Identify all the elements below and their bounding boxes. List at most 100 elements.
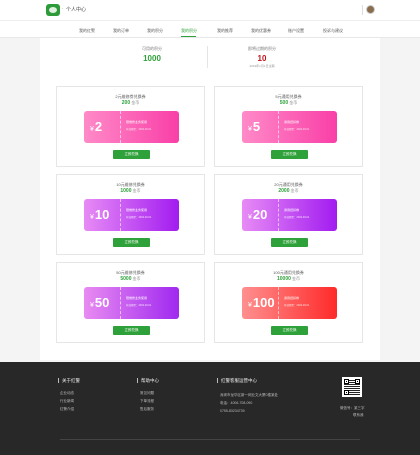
qr-caption-contact: 联系我 (353, 413, 364, 417)
ticket-perforation (120, 111, 121, 143)
coupon-ticket: ¥2 限维修业务使用 有效期至：2019-03-01 (84, 111, 179, 143)
coupon-ticket: ¥10 限维修业务使用 有效期至：2019-03-01 (84, 199, 179, 231)
coupon-desc: 通用抵扣券 (284, 120, 300, 124)
coupon-amount-value: 20 (252, 207, 268, 222)
coupon-ticket: ¥5 通用抵扣券 有效期至：2019-03-01 (242, 111, 337, 143)
coupon-cost: 10000 金币 (215, 276, 362, 282)
coupon-validity: 有效期至：2019-03-01 (126, 304, 152, 307)
footer-service-title: 红警客服运营中心 (217, 378, 257, 384)
coupon-desc: 限维修业务使用 (126, 120, 148, 124)
coupon-cost-value: 10000 (276, 276, 291, 282)
coupon-desc: 限维修业务使用 (126, 296, 148, 300)
footer-link-about[interactable]: 红警介绍 (60, 407, 74, 412)
coupon-desc: 通用抵扣券 (284, 296, 300, 300)
header-divider (362, 5, 363, 15)
coupon-cost: 200 金币 (57, 100, 204, 106)
footer: 关于红警 企业动态 行业新闻 红警介绍 帮助中心 常见问题 下单流程 售后服务 … (0, 362, 420, 455)
footer-link-news[interactable]: 企业动态 (60, 391, 74, 396)
coupon-amount: ¥50 (90, 295, 109, 310)
coupon-amount: ¥100 (248, 295, 275, 310)
available-points-label: 可用的积分 (142, 46, 162, 51)
coupon-amount-value: 10 (94, 207, 110, 222)
yen-icon: ¥ (248, 126, 252, 133)
qr-caption: 微信号：某三字 (340, 406, 365, 410)
ticket-perforation (278, 199, 279, 231)
available-points-value: 1000 (143, 54, 161, 63)
points-summary: 可用的积分 1000 即将过期的积分 10 2019年1月1日过期 (40, 38, 380, 74)
footer-link-order-flow[interactable]: 下单流程 (140, 399, 154, 404)
coupon-cost-value: 2000 (278, 188, 290, 194)
redeem-button[interactable]: 立即兑换 (113, 238, 150, 247)
coupon-card: 100元通用兑换券 10000 金币 ¥100 通用抵扣券 有效期至：2019-03-0… (214, 262, 363, 343)
footer-help-title: 帮助中心 (137, 378, 159, 384)
avatar[interactable] (366, 5, 375, 14)
yen-icon: ¥ (90, 302, 94, 309)
coupon-ticket: ¥50 限维修业务使用有效期至：2019-03-01 (84, 287, 179, 319)
redeem-button[interactable]: 立即兑换 (271, 326, 308, 335)
header-separator: · (62, 6, 64, 12)
coupon-validity: 有效期至：2019-03-01 (284, 216, 310, 219)
nav-item-my-hongjing[interactable]: 我的红警 (79, 28, 95, 34)
footer-divider (60, 439, 360, 440)
coupon-card: 50元维修兑换券 5000 金币 ¥50 限维修业务使用 有效期至：2019-03-01… (56, 262, 205, 343)
coupon-cost-value: 5000 (120, 276, 132, 282)
coupon-cost-unit: 金币 (132, 276, 141, 281)
yen-icon: ¥ (248, 214, 252, 221)
coupon-card: 2元维修劵兑换券 200 金币 ¥2 限维修业务使用 有效期至：2019-03-01 立即… (56, 86, 205, 167)
coupon-cost-value: 500 (279, 100, 289, 106)
footer-address: 深圳市龙华区新一网业文大厦0楼某处 (220, 393, 278, 397)
redeem-button[interactable]: 立即兑换 (271, 238, 308, 247)
redeem-button[interactable]: 立即兑换 (113, 150, 150, 159)
nav-item-account-settings[interactable]: 账户设置 (288, 28, 304, 34)
footer-link-after-sales[interactable]: 售后服务 (140, 407, 154, 412)
coupon-card: 20元通用兑换券 2000 金币 ¥20 通用抵扣券 有效期至：2019-03-01 立即… (214, 174, 363, 255)
logo-icon[interactable] (46, 4, 60, 16)
points-divider (207, 46, 208, 68)
coupon-card: 5元通用兑换券 500 金币 ¥5 通用抵扣券 有效期至：2019-03-01 立即兑换 (214, 86, 363, 167)
coupon-amount-value: 5 (252, 119, 261, 134)
coupon-cost: 1000 金币 (57, 188, 204, 194)
redeem-button[interactable]: 立即兑换 (271, 150, 308, 159)
coupon-cost-value: 1000 (120, 188, 132, 194)
expiring-points-label: 即将过期的积分 (248, 46, 276, 51)
expiring-points-note: 2019年1月1日过期 (249, 64, 275, 68)
top-header: · 个人中心 (0, 0, 420, 20)
nav-item-orders[interactable]: 我的订单 (113, 28, 129, 34)
coupon-card: 10元维修兑换券 1000 金币 ¥10 限维修业务使用 有效期至：2019-03-01… (56, 174, 205, 255)
coupon-cost: 500 金币 (215, 100, 362, 106)
coupon-cost: 2000 金币 (215, 188, 362, 194)
coupon-cost: 5000 金币 (57, 276, 204, 282)
coupon-cost-unit: 金币 (289, 100, 298, 105)
yen-icon: ¥ (248, 302, 252, 309)
redeem-button[interactable]: 立即兑换 (113, 326, 150, 335)
nav-item-complaints[interactable]: 投诉与建议 (323, 28, 343, 34)
ticket-perforation (120, 287, 121, 319)
footer-tel: 0755-83234739 (220, 409, 245, 413)
coupon-ticket: ¥20 通用抵扣券有效期至：2019-03-01 (242, 199, 337, 231)
coupon-amount-value: 2 (94, 119, 103, 134)
nav-item-coupons[interactable]: 我的优惠券 (251, 28, 271, 34)
available-points: 可用的积分 1000 (102, 46, 202, 63)
footer-phone: 电话：4006-708-090 (220, 401, 253, 405)
coupon-validity: 有效期至：2019-03-01 (126, 216, 152, 219)
ticket-perforation (278, 287, 279, 319)
coupon-cost-value: 200 (121, 100, 131, 106)
nav-item-points[interactable]: 我的积分 (147, 28, 163, 34)
ticket-perforation (278, 111, 279, 143)
qr-code-icon (342, 377, 362, 397)
footer-link-faq[interactable]: 常见问题 (140, 391, 154, 396)
ticket-perforation (120, 199, 121, 231)
footer-link-industry[interactable]: 行业新闻 (60, 399, 74, 404)
nav-item-recommend[interactable]: 我的推荐 (217, 28, 233, 34)
nav-item-points-active[interactable]: 我的积分 (181, 28, 197, 34)
coupon-amount-value: 100 (252, 295, 275, 310)
coupon-desc: 通用抵扣券 (284, 208, 300, 212)
coupon-cost-unit: 金币 (292, 276, 301, 281)
nav-active-underline (181, 36, 196, 37)
yen-icon: ¥ (90, 126, 94, 133)
qr-finder (344, 379, 349, 384)
qr-finder (355, 379, 360, 384)
main-content: 可用的积分 1000 即将过期的积分 10 2019年1月1日过期 2元维修劵兑… (40, 38, 380, 360)
coupon-validity: 有效期至：2019-03-01 (284, 304, 310, 307)
coupon-amount: ¥10 (90, 207, 109, 222)
